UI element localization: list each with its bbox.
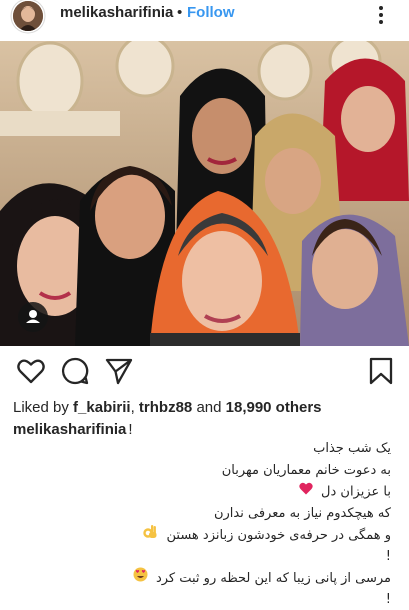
- follow-button[interactable]: Follow: [187, 4, 235, 21]
- likes-prefix: Liked by: [13, 399, 69, 416]
- more-vertical-icon[interactable]: [374, 4, 388, 26]
- caption-username[interactable]: melikasharifinia!: [13, 421, 133, 438]
- comment-bubble-icon[interactable]: [60, 356, 90, 386]
- post-username[interactable]: melikasharifinia: [60, 4, 173, 21]
- caption-line-text: با عزیزان دل: [321, 484, 391, 499]
- caption-line: یک شب جذاب: [61, 438, 391, 460]
- caption-text: یک شب جذاب به دعوت خانم معماریان مهربان …: [61, 438, 391, 610]
- likes-count-link[interactable]: 18,990 others: [226, 399, 322, 416]
- separator-dot: •: [177, 4, 182, 21]
- caption-line: !: [61, 589, 391, 610]
- caption-line-text: و همگی در حرفه‌ی خودشون زبانزد هستن: [167, 528, 392, 543]
- red-heart-icon: [299, 481, 313, 503]
- caption-username-suffix: !: [128, 421, 132, 438]
- liker-link-1[interactable]: f_kabirii: [73, 399, 131, 416]
- caption-line: مرسی از پانی زیبا که این لحظه رو ثبت کرد: [61, 567, 391, 589]
- paper-plane-icon[interactable]: [104, 356, 134, 386]
- post-header: melikasharifinia • Follow: [0, 0, 409, 32]
- action-bar: [0, 350, 409, 390]
- caption-line: که هیچکدوم نیاز به معرفی ندارن: [61, 503, 391, 525]
- likes-conjunction: and: [196, 399, 221, 416]
- caption-line: با عزیزان دل: [61, 481, 391, 503]
- avatar[interactable]: [13, 1, 43, 31]
- likes-summary: Liked by f_kabirii, trhbz88 and 18,990 o…: [13, 399, 322, 416]
- caption-username-text[interactable]: melikasharifinia: [13, 421, 126, 438]
- likes-separator: ,: [131, 399, 135, 416]
- post-photo[interactable]: [0, 41, 409, 346]
- caption-line: !: [61, 546, 391, 568]
- heart-outline-icon[interactable]: [16, 356, 46, 386]
- caption-line: به دعوت خانم معماریان مهربان: [61, 460, 391, 482]
- person-tag-icon[interactable]: [18, 302, 48, 332]
- ok-hand-icon: [143, 524, 158, 547]
- bookmark-outline-icon[interactable]: [366, 356, 396, 386]
- liker-link-2[interactable]: trhbz88: [139, 399, 192, 416]
- caption-line-text: مرسی از پانی زیبا که این لحظه رو ثبت کرد: [156, 571, 391, 586]
- heart-eyes-emoji-icon: [133, 567, 148, 590]
- caption-line: و همگی در حرفه‌ی خودشون زبانزد هستن: [61, 524, 391, 546]
